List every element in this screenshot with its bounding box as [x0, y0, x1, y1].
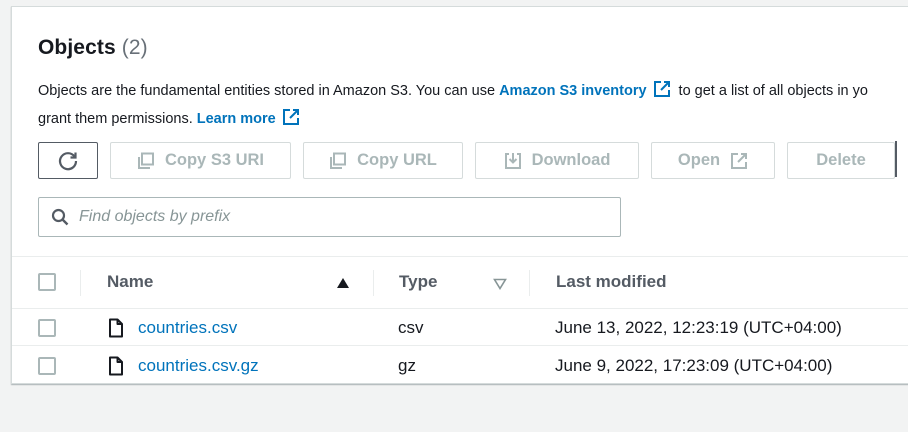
- select-all-checkbox[interactable]: [38, 273, 56, 291]
- copy-url-button[interactable]: Copy URL: [303, 142, 463, 179]
- copy-s3-uri-label: Copy S3 URI: [164, 151, 265, 169]
- object-count: (2): [121, 36, 148, 59]
- object-last-modified: June 9, 2022, 17:23:09 (UTC+04:00): [555, 356, 833, 375]
- page-title: Objects (2): [38, 36, 148, 60]
- objects-panel: Objects (2) Objects are the fundamental e…: [11, 6, 908, 384]
- object-type: csv: [398, 318, 424, 337]
- open-label: Open: [677, 151, 721, 169]
- column-divider: [373, 270, 374, 296]
- refresh-button[interactable]: [38, 142, 98, 179]
- object-last-modified: June 13, 2022, 12:23:19 (UTC+04:00): [555, 318, 842, 337]
- next-toolbar-button-edge[interactable]: [895, 141, 897, 177]
- row-checkbox[interactable]: [38, 357, 56, 375]
- search-input[interactable]: [79, 208, 599, 226]
- delete-label: Delete: [816, 151, 866, 169]
- learn-more-link[interactable]: Learn more: [197, 111, 276, 127]
- description-text-3: grant them permissions.: [38, 111, 197, 127]
- column-header-name[interactable]: Name: [107, 272, 153, 292]
- search-icon: [51, 208, 69, 226]
- table-row[interactable]: countries.csv csv June 13, 2022, 12:23:1…: [12, 309, 908, 346]
- object-type: gz: [398, 356, 416, 375]
- open-button[interactable]: Open: [651, 142, 775, 179]
- column-header-last-modified[interactable]: Last modified: [556, 272, 667, 292]
- external-link-icon[interactable]: [653, 80, 671, 98]
- file-icon: [109, 318, 123, 338]
- copy-icon: [137, 152, 154, 169]
- description-text-2: to get a list of all objects in yo: [674, 83, 868, 99]
- delete-button[interactable]: Delete: [787, 142, 895, 179]
- external-link-icon[interactable]: [282, 108, 300, 126]
- copy-s3-uri-button[interactable]: Copy S3 URI: [110, 142, 291, 179]
- copy-icon: [330, 152, 347, 169]
- sort-ascending-icon[interactable]: [336, 277, 350, 289]
- table-header: Name Type Last modified: [12, 256, 908, 309]
- column-header-type[interactable]: Type: [399, 272, 437, 292]
- row-checkbox[interactable]: [38, 319, 56, 337]
- s3-inventory-link[interactable]: Amazon S3 inventory: [499, 83, 646, 99]
- file-icon: [109, 356, 123, 376]
- title-text: Objects: [38, 36, 116, 59]
- refresh-icon: [58, 151, 78, 170]
- download-label: Download: [531, 151, 611, 169]
- copy-url-label: Copy URL: [357, 151, 437, 169]
- download-button[interactable]: Download: [475, 142, 639, 179]
- objects-description: Objects are the fundamental entities sto…: [38, 77, 908, 133]
- column-divider: [80, 270, 81, 296]
- download-icon: [504, 152, 521, 169]
- table-row[interactable]: countries.csv.gz gz June 9, 2022, 17:23:…: [12, 347, 908, 383]
- description-text-1: Objects are the fundamental entities sto…: [38, 83, 500, 99]
- object-name-link[interactable]: countries.csv: [138, 318, 237, 338]
- search-box[interactable]: [38, 197, 621, 237]
- column-divider: [529, 270, 530, 296]
- external-link-icon: [731, 152, 748, 169]
- object-name-link[interactable]: countries.csv.gz: [138, 356, 259, 376]
- sort-unsorted-icon[interactable]: [493, 278, 507, 290]
